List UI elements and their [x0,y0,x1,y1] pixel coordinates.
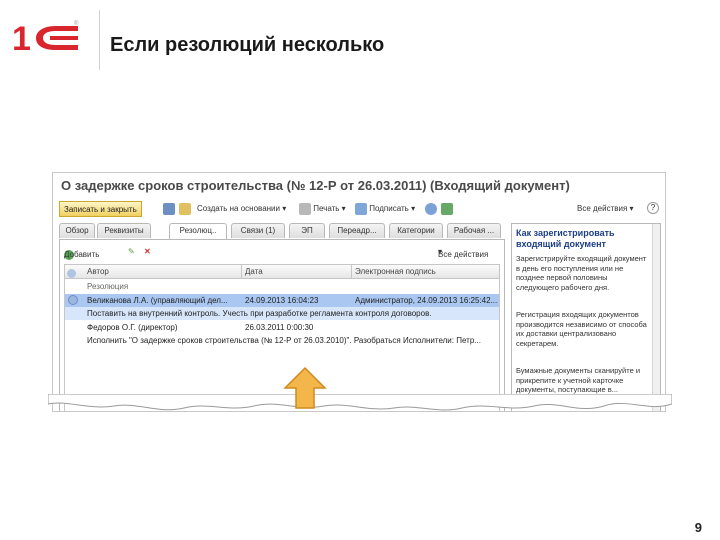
1c-logo: 1 ® [12,20,79,56]
table-row[interactable]: Федоров О.Г. (директор) 26.03.2011 0:00:… [65,321,499,334]
table-row-text[interactable]: Исполнить "О задержке сроков строительст… [65,334,499,347]
header-signature[interactable]: Электронная подпись [355,267,436,276]
sign-button[interactable]: Подписать ▾ [355,201,415,217]
help-paragraph: Бумажные документы сканируйте и прикрепи… [516,366,641,394]
tab-overview[interactable]: Обзор [59,223,95,238]
help-heading[interactable]: Как зарегистрировать входящий документ [516,228,648,250]
row-date: 24.09.2013 16:04:23 [245,296,319,305]
group-label: Резолюция [87,282,129,291]
help-paragraph: Зарегистрируйте входящий документ в день… [516,254,647,292]
tab-bar: Обзор Реквизиты Резолюц.. Связи (1) ЭП П… [59,223,519,240]
printer-icon [299,202,311,215]
svg-text:®: ® [74,20,79,27]
all-actions-menu[interactable]: Все действия ▾ [577,201,634,217]
tab-links[interactable]: Связи (1) [231,223,285,238]
tab-ep[interactable]: ЭП [289,223,325,238]
table-row[interactable]: Великанова Л.А. (управляющий дел... 24.0… [65,294,499,307]
row-date: 26.03.2011 0:00:30 [245,323,314,332]
window-title: О задержке сроков строительства (№ 12-Р … [61,178,570,193]
print-button[interactable]: Печать ▾ [299,201,346,217]
slide-title: Если резолюций несколько [110,34,385,56]
mail-icon[interactable] [179,201,191,217]
column-separator[interactable] [351,265,352,279]
help-icon[interactable]: ? [647,202,659,214]
row-text: Поставить на внутренний контроль. Учесть… [87,309,432,318]
column-separator[interactable] [241,265,242,279]
add-label: Добавить [64,250,100,259]
svg-text:1: 1 [12,20,31,56]
help-panel: Как зарегистрировать входящий документ З… [511,223,661,411]
clock-icon[interactable] [425,201,437,217]
header-divider [99,10,100,70]
create-based-label: Создать на основании [197,204,280,213]
table-row-text[interactable]: Поставить на внутренний контроль. Учесть… [65,307,499,320]
tab-workgroup[interactable]: Рабочая ... [447,223,501,238]
resolutions-table: Автор Дата Электронная подпись Резолюция… [64,264,500,411]
all-actions-label: Все действия [577,204,628,213]
tab-requisites[interactable]: Реквизиты [97,223,151,238]
group-row[interactable]: Резолюция [65,280,499,293]
document-window: О задержке сроков строительства (№ 12-Р … [52,172,666,412]
help-scrollbar[interactable] [652,224,660,411]
save-icon[interactable] [163,201,175,217]
tab-resolutions[interactable]: Резолюц.. [169,223,227,240]
resolutions-subbar: Добавить ✎ ✕ Все действия ▾ [64,244,500,260]
attach-icon[interactable] [441,201,453,217]
row-author: Великанова Л.А. (управляющий дел... [87,296,228,305]
toolbar: Записать и закрыть Создать на основании … [59,201,659,219]
header-author[interactable]: Автор [87,267,109,276]
sign-icon [355,202,367,215]
resolutions-all-actions-label: Все действия [438,250,489,259]
resolution-icon [68,295,78,305]
table-header: Автор Дата Электронная подпись [65,265,499,279]
torn-edge [48,394,672,411]
tab-forwarding[interactable]: Переадр... [329,223,385,238]
resolutions-panel: Добавить ✎ ✕ Все действия ▾ Автор Дата Э… [59,239,505,411]
print-label: Печать [313,204,340,213]
create-based-button[interactable]: Создать на основании ▾ [197,201,286,217]
row-author: Федоров О.Г. (директор) [87,323,178,332]
tab-categories[interactable]: Категории [389,223,443,238]
help-paragraph: Регистрация входящих документов производ… [516,310,647,348]
delete-icon[interactable]: ✕ [144,247,151,256]
row-signature: Администратор, 24.09.2013 16:25:42... [355,296,498,305]
edit-icon[interactable]: ✎ [128,247,135,256]
arrow-up-icon [283,366,327,409]
page-number: 9 [694,520,702,535]
resolutions-all-actions[interactable]: Все действия ▾ [438,247,488,259]
row-text: Исполнить "О задержке сроков строительст… [87,336,481,345]
save-close-button[interactable]: Записать и закрыть [59,201,142,217]
header-date[interactable]: Дата [245,267,263,276]
sign-label: Подписать [369,204,409,213]
